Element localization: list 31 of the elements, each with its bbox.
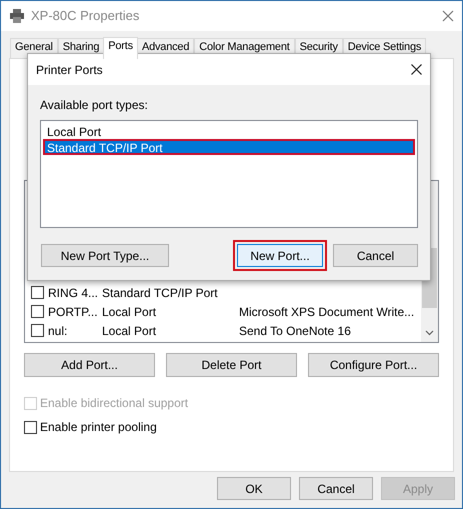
table-cell-text: Local Port	[102, 322, 158, 340]
table-cell-text: PORTP...	[48, 304, 99, 320]
dialog-title: Printer Ports	[36, 62, 103, 78]
dialog-button[interactable]: New Port...	[237, 244, 323, 267]
table-cell-text: Standard TCP/IP Port	[102, 284, 219, 302]
table-cell-text: Local Port	[102, 304, 158, 320]
list-item[interactable]: Standard TCP/IP Port	[43, 139, 415, 155]
checkbox[interactable]	[24, 420, 37, 434]
option-label: Enable printer pooling	[40, 419, 157, 436]
tab[interactable]: Ports	[103, 37, 138, 59]
port-button[interactable]: Configure Port...	[308, 353, 439, 377]
checkbox[interactable]	[31, 286, 44, 299]
list-item[interactable]: Local Port	[43, 123, 415, 139]
dialog-button: Apply	[381, 477, 455, 500]
table-cell-text: nul:	[48, 322, 68, 340]
dialog-button[interactable]: New Port Type...	[41, 244, 169, 267]
port-button[interactable]: Add Port...	[24, 353, 155, 377]
list-label: Available port types:	[40, 97, 149, 114]
close-icon[interactable]	[411, 64, 422, 75]
option-label: Enable bidirectional support	[40, 395, 188, 412]
table-cell-text: Microsoft XPS Document Write...	[239, 304, 414, 320]
table-cell-text: Send To OneNote 16	[239, 322, 351, 340]
table-cell-text: RING 4...	[48, 284, 100, 302]
dialog-button[interactable]: Cancel	[333, 244, 418, 267]
dialog-button[interactable]: OK	[217, 477, 291, 500]
checkbox[interactable]	[31, 305, 44, 318]
dialog-button[interactable]: Cancel	[299, 477, 373, 500]
window-title: XP-80C Properties	[31, 7, 140, 26]
checkbox[interactable]	[31, 324, 44, 337]
printer-icon	[9, 9, 25, 23]
port-button[interactable]: Delete Port	[166, 353, 297, 377]
